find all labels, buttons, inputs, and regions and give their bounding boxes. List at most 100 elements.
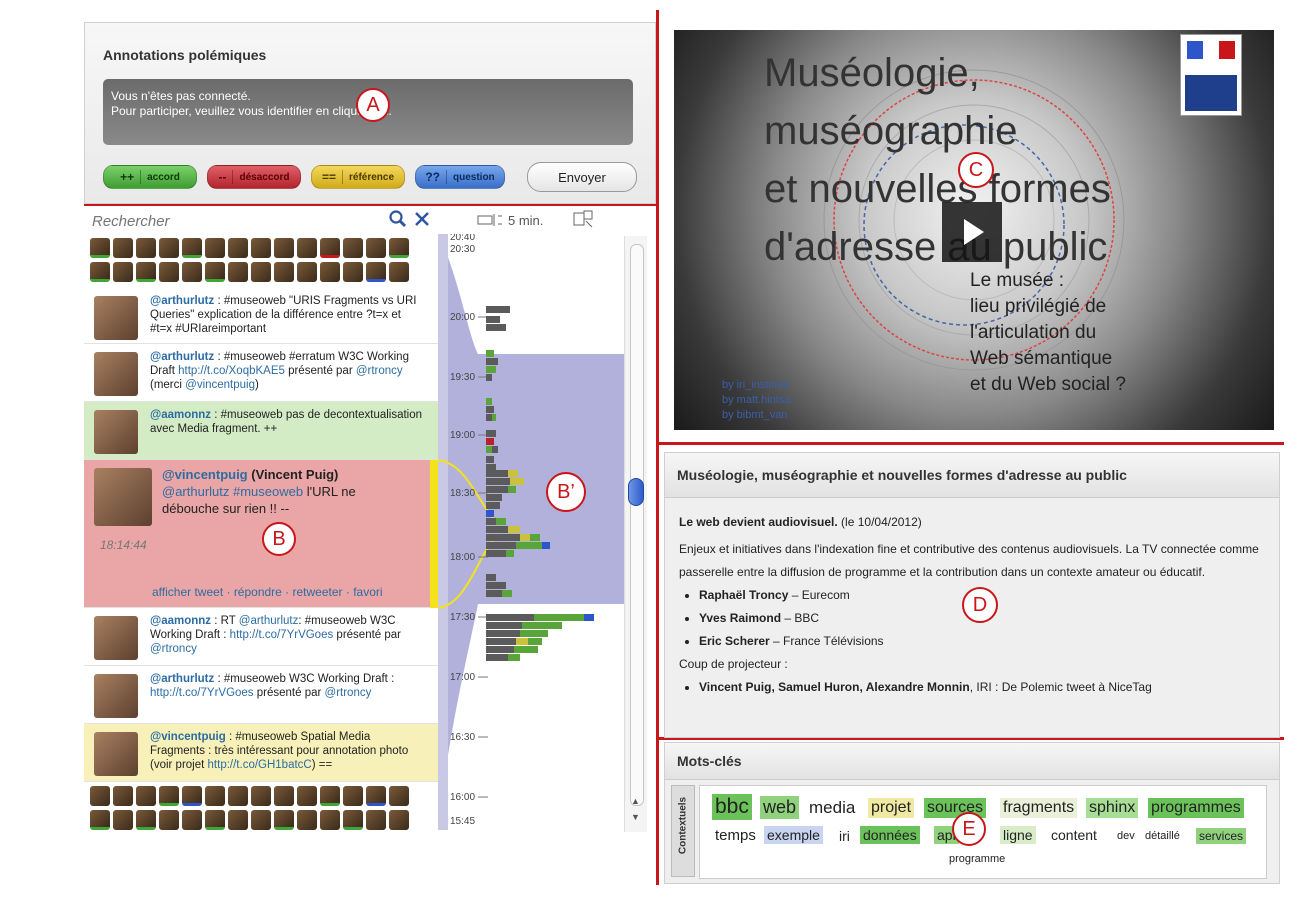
avatar[interactable]	[366, 262, 386, 282]
credit-line[interactable]: by iri_institute	[722, 378, 790, 393]
avatar[interactable]	[90, 810, 110, 830]
keyword-tag[interactable]: détaillé	[1142, 829, 1183, 843]
avatar[interactable]	[90, 262, 110, 282]
avatar[interactable]	[94, 732, 138, 776]
reference-button[interactable]: == référence	[311, 165, 405, 189]
avatar[interactable]	[113, 786, 133, 806]
avatar[interactable]	[136, 238, 156, 258]
avatar[interactable]	[343, 786, 363, 806]
keyword-tag[interactable]: services	[1196, 828, 1247, 844]
avatar[interactable]	[205, 262, 225, 282]
keyword-tag[interactable]: programmes	[1148, 798, 1244, 818]
avatar[interactable]	[113, 810, 133, 830]
avatar[interactable]	[159, 810, 179, 830]
scroll-up-icon[interactable]: ▲	[631, 796, 640, 806]
avatar[interactable]	[159, 238, 179, 258]
avatar[interactable]	[297, 262, 317, 282]
video-player[interactable]: Muséologie, muséographie et nouvelles fo…	[674, 30, 1274, 430]
tweet-user[interactable]: @aamonnz	[150, 409, 211, 421]
keyword-tag[interactable]: sphinx	[1086, 798, 1139, 818]
scroll-down-icon[interactable]: ▼	[631, 812, 640, 822]
tweet-mention[interactable]: @vincentpuig	[185, 379, 255, 391]
avatar[interactable]	[228, 786, 248, 806]
avatar[interactable]	[182, 238, 202, 258]
tweet-item-reference[interactable]: @vincentpuig : #museoweb Spatial Media F…	[84, 724, 438, 782]
avatar[interactable]	[205, 238, 225, 258]
tweet-item-selected[interactable]: @vincentpuig (Vincent Puig) @arthurlutz #…	[84, 460, 438, 608]
avatar[interactable]	[297, 810, 317, 830]
avatar[interactable]	[297, 786, 317, 806]
avatar[interactable]	[320, 786, 340, 806]
desaccord-button[interactable]: -- désaccord	[207, 165, 301, 189]
avatar[interactable]	[366, 810, 386, 830]
timeline-chart[interactable]: 20:4020:30 20:00 19:30 19:00 18:30 18:00 17:30…	[438, 234, 624, 830]
avatar[interactable]	[136, 786, 156, 806]
keyword-tag[interactable]: temps	[712, 826, 759, 845]
keyword-tag[interactable]: exemple	[764, 826, 823, 844]
avatar[interactable]	[94, 410, 138, 454]
avatar[interactable]	[389, 810, 409, 830]
keyword-tag[interactable]: dev	[1114, 829, 1138, 843]
avatar[interactable]	[182, 262, 202, 282]
avatar[interactable]	[389, 262, 409, 282]
avatar[interactable]	[205, 786, 225, 806]
avatar[interactable]	[228, 810, 248, 830]
avatar[interactable]	[228, 262, 248, 282]
avatar[interactable]	[94, 352, 138, 396]
tweet-link[interactable]: http://t.co/7YrVGoes	[150, 687, 254, 699]
avatar[interactable]	[136, 810, 156, 830]
credit-line[interactable]: by matt.hintsa	[722, 393, 790, 408]
keyword-tag[interactable]: projet	[868, 798, 915, 818]
avatar[interactable]	[94, 468, 152, 526]
question-button[interactable]: ?? question	[415, 165, 505, 189]
tweet-link[interactable]: http://t.co/XoqbKAE5	[178, 365, 285, 377]
avatar[interactable]	[136, 262, 156, 282]
avatar[interactable]	[94, 674, 138, 718]
avatar[interactable]	[343, 238, 363, 258]
keyword-tag[interactable]: iri	[836, 827, 853, 845]
avatar[interactable]	[182, 810, 202, 830]
avatar[interactable]	[205, 810, 225, 830]
keywords-category-tab[interactable]: Contextuels	[671, 785, 695, 877]
avatar[interactable]	[251, 786, 271, 806]
avatar[interactable]	[297, 238, 317, 258]
zoom-out-icon[interactable]	[474, 210, 504, 230]
send-button[interactable]: Envoyer	[527, 162, 637, 192]
avatar[interactable]	[159, 262, 179, 282]
avatar[interactable]	[320, 262, 340, 282]
avatar[interactable]	[113, 262, 133, 282]
keyword-tag[interactable]: content	[1048, 826, 1100, 844]
tweet-link[interactable]: http://t.co/GH1batcC	[208, 759, 312, 771]
tweet-user[interactable]: @arthurlutz	[150, 351, 214, 363]
avatar[interactable]	[251, 238, 271, 258]
accord-button[interactable]: ++ accord	[103, 165, 197, 189]
tweet-item[interactable]: @aamonnz : RT @arthurlutz: #museoweb W3C…	[84, 608, 438, 666]
keyword-tag[interactable]: ligne	[1000, 826, 1036, 844]
avatar[interactable]	[366, 238, 386, 258]
timeline-scrollbar[interactable]: ▲ ▼	[624, 236, 647, 832]
tweet-link[interactable]: http://t.co/7YrVGoes	[230, 629, 334, 641]
avatar[interactable]	[94, 296, 138, 340]
tweet-item[interactable]: @arthurlutz : #museoweb #erratum W3C Wor…	[84, 344, 438, 402]
credit-line[interactable]: by bibmt_van	[722, 408, 790, 423]
avatar[interactable]	[366, 786, 386, 806]
tweet-user[interactable]: @aamonnz	[150, 615, 211, 627]
tweet-mention[interactable]: @rtroncy	[356, 365, 403, 377]
avatar[interactable]	[94, 616, 138, 660]
play-icon[interactable]	[942, 202, 1002, 262]
tweet-item[interactable]: @arthurlutz : #museoweb "URIS Fragments …	[84, 288, 438, 344]
avatar[interactable]	[113, 238, 133, 258]
avatar[interactable]	[320, 810, 340, 830]
tweet-item[interactable]: @arthurlutz : #museoweb W3C Working Draf…	[84, 666, 438, 724]
avatar[interactable]	[251, 262, 271, 282]
tweet-user[interactable]: @arthurlutz	[150, 673, 214, 685]
avatar[interactable]	[159, 786, 179, 806]
tweet-list[interactable]: @arthurlutz : #museoweb "URIS Fragments …	[84, 234, 438, 830]
avatar[interactable]	[274, 786, 294, 806]
tweet-user[interactable]: @vincentpuig	[150, 731, 226, 743]
keyword-tag[interactable]: fragments	[1000, 798, 1078, 818]
avatar[interactable]	[389, 238, 409, 258]
avatar[interactable]	[389, 786, 409, 806]
clear-search-icon[interactable]	[412, 209, 432, 229]
avatar[interactable]	[343, 810, 363, 830]
